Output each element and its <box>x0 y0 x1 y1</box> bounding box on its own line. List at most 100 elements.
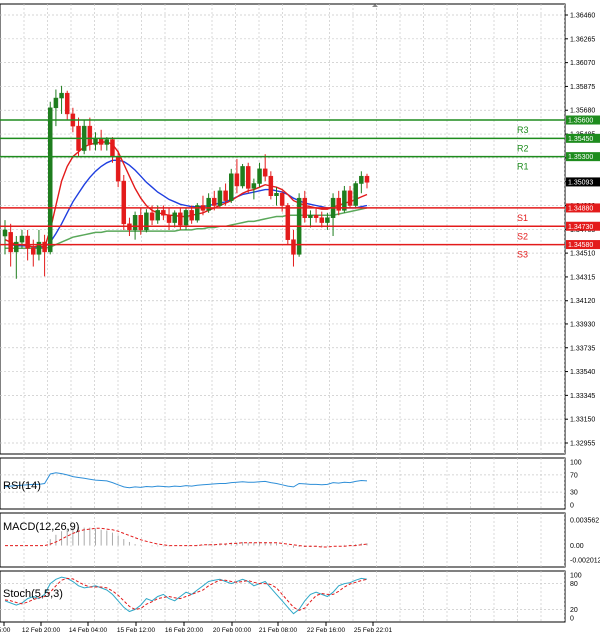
candle-body <box>121 180 127 225</box>
candle-body <box>212 197 217 206</box>
price-tick-label: 1.33735 <box>570 345 595 352</box>
price-tick-label: 1.33930 <box>570 321 595 328</box>
candle-body <box>31 247 36 255</box>
level-price-label-r1: 1.35300 <box>568 154 593 161</box>
candle-body <box>189 210 194 221</box>
price-tick-label: 1.36265 <box>570 36 595 43</box>
candle-body <box>138 215 143 231</box>
candle-body <box>59 92 64 99</box>
stoch-tick-label: 80 <box>570 581 578 588</box>
candle-body <box>223 190 228 201</box>
time-tick-label: 14 Feb 04:00 <box>69 627 108 634</box>
price-tick-label: 1.33345 <box>570 393 595 400</box>
candle-body <box>115 156 121 182</box>
level-name-r3: R3 <box>517 125 529 135</box>
candle-body <box>251 183 257 189</box>
time-tick-label: 12 Feb 20:00 <box>22 627 61 634</box>
level-price-label-r2: 1.35450 <box>568 136 593 143</box>
candle-body <box>274 193 279 196</box>
price-tick-label: 1.35680 <box>570 108 595 115</box>
candle-body <box>132 215 138 231</box>
macd-panel: 0.003562 0.00 -0.002012 MACD(12,26,9) <box>0 512 600 568</box>
candle-body <box>319 217 324 223</box>
candle-body <box>229 173 234 201</box>
time-tick-label: 15 Feb 12:00 <box>117 627 156 634</box>
rsi-tick-label: 100 <box>570 460 582 467</box>
price-panel: 1.36460 1.36265 1.36070 1.35875 1.35680 1.354… <box>0 3 600 455</box>
candle-body <box>178 212 183 226</box>
time-tick-label: 5:00 <box>0 627 11 634</box>
rsi-panel: 100 70 30 0 RSI(14) <box>0 457 582 510</box>
candle-body <box>217 190 223 206</box>
candle-body <box>325 217 330 223</box>
level-name-s1: S1 <box>517 213 528 223</box>
rsi-label: RSI(14) <box>3 480 41 492</box>
stoch-tick-label: 20 <box>570 607 578 614</box>
candle-body <box>98 138 104 145</box>
macd-tick-label: 0.00 <box>570 543 584 550</box>
current-price-label: 1.35093 <box>568 179 593 186</box>
forex-chart: 1.36460 1.36265 1.36070 1.35875 1.35680 1.354… <box>0 3 600 634</box>
price-tick-label: 1.34120 <box>570 298 595 305</box>
candle-body <box>308 215 313 218</box>
candle-body <box>19 235 25 243</box>
rsi-tick-label: 70 <box>570 472 578 479</box>
candle-body <box>2 229 8 237</box>
price-tick-label: 1.35875 <box>570 84 595 91</box>
candle-body <box>313 215 319 218</box>
candle-body <box>240 166 245 187</box>
price-tick-label: 1.33150 <box>570 417 595 424</box>
stoch-label: Stoch(5,5,3) <box>3 588 63 600</box>
macd-tick-label: 0.003562 <box>570 518 599 525</box>
candle-body <box>42 241 47 253</box>
time-tick-label: 20 Feb 00:00 <box>213 627 252 634</box>
candle-body <box>285 205 291 240</box>
level-name-s3: S3 <box>517 250 528 260</box>
candle-body <box>14 241 19 253</box>
price-tick-label: 1.34510 <box>570 251 595 258</box>
time-axis: 5:00 12 Feb 20:00 14 Feb 04:00 15 Feb 12:00… <box>0 622 393 634</box>
time-tick-label: 21 Feb 08:00 <box>259 627 298 634</box>
candle-body <box>291 239 296 255</box>
candle-body <box>110 139 115 157</box>
macd-tick-label: -0.002012 <box>570 558 600 565</box>
stoch-tick-label: 0 <box>570 616 574 623</box>
time-tick-label: 22 Feb 16:00 <box>307 627 346 634</box>
price-tick-label: 1.34315 <box>570 274 595 281</box>
candle-body <box>257 168 262 184</box>
candle-body <box>93 138 98 145</box>
price-tick-label: 1.36070 <box>570 60 595 67</box>
candle-body <box>347 190 353 206</box>
candle-body <box>155 210 160 221</box>
level-price-label-s2: 1.34730 <box>568 224 593 231</box>
stoch-tick-label: 100 <box>570 573 582 580</box>
candle-body <box>64 92 70 115</box>
rsi-tick-label: 0 <box>570 503 574 510</box>
candle-body <box>183 210 189 226</box>
macd-label: MACD(12,26,9) <box>3 521 79 533</box>
candle-body <box>144 212 149 231</box>
candle-body <box>353 183 358 206</box>
price-tick-label: 1.32955 <box>570 441 595 448</box>
candle-body <box>234 173 240 187</box>
candle-body <box>262 168 268 177</box>
candle-body <box>149 212 155 221</box>
rsi-tick-label: 30 <box>570 490 578 497</box>
time-tick-label: 25 Feb 22:01 <box>354 627 393 634</box>
candle-body <box>87 125 93 145</box>
level-name-s2: S2 <box>517 231 528 241</box>
candle-body <box>25 235 30 249</box>
candle-body <box>364 175 370 183</box>
stoch-panel: 10080 20 0 Stoch(5,5,3) <box>0 570 582 623</box>
candle-body <box>172 212 177 223</box>
candle-body <box>279 193 285 206</box>
candle-body <box>161 210 166 216</box>
candle-body <box>104 139 110 145</box>
level-price-label-r3: 1.35600 <box>568 118 593 125</box>
candle-body <box>268 175 274 196</box>
price-tick-label: 1.36460 <box>570 13 595 20</box>
time-tick-label: 16 Feb 20:00 <box>165 627 204 634</box>
candle-body <box>8 232 13 253</box>
candle-body <box>166 215 172 223</box>
level-name-r2: R2 <box>517 143 529 153</box>
